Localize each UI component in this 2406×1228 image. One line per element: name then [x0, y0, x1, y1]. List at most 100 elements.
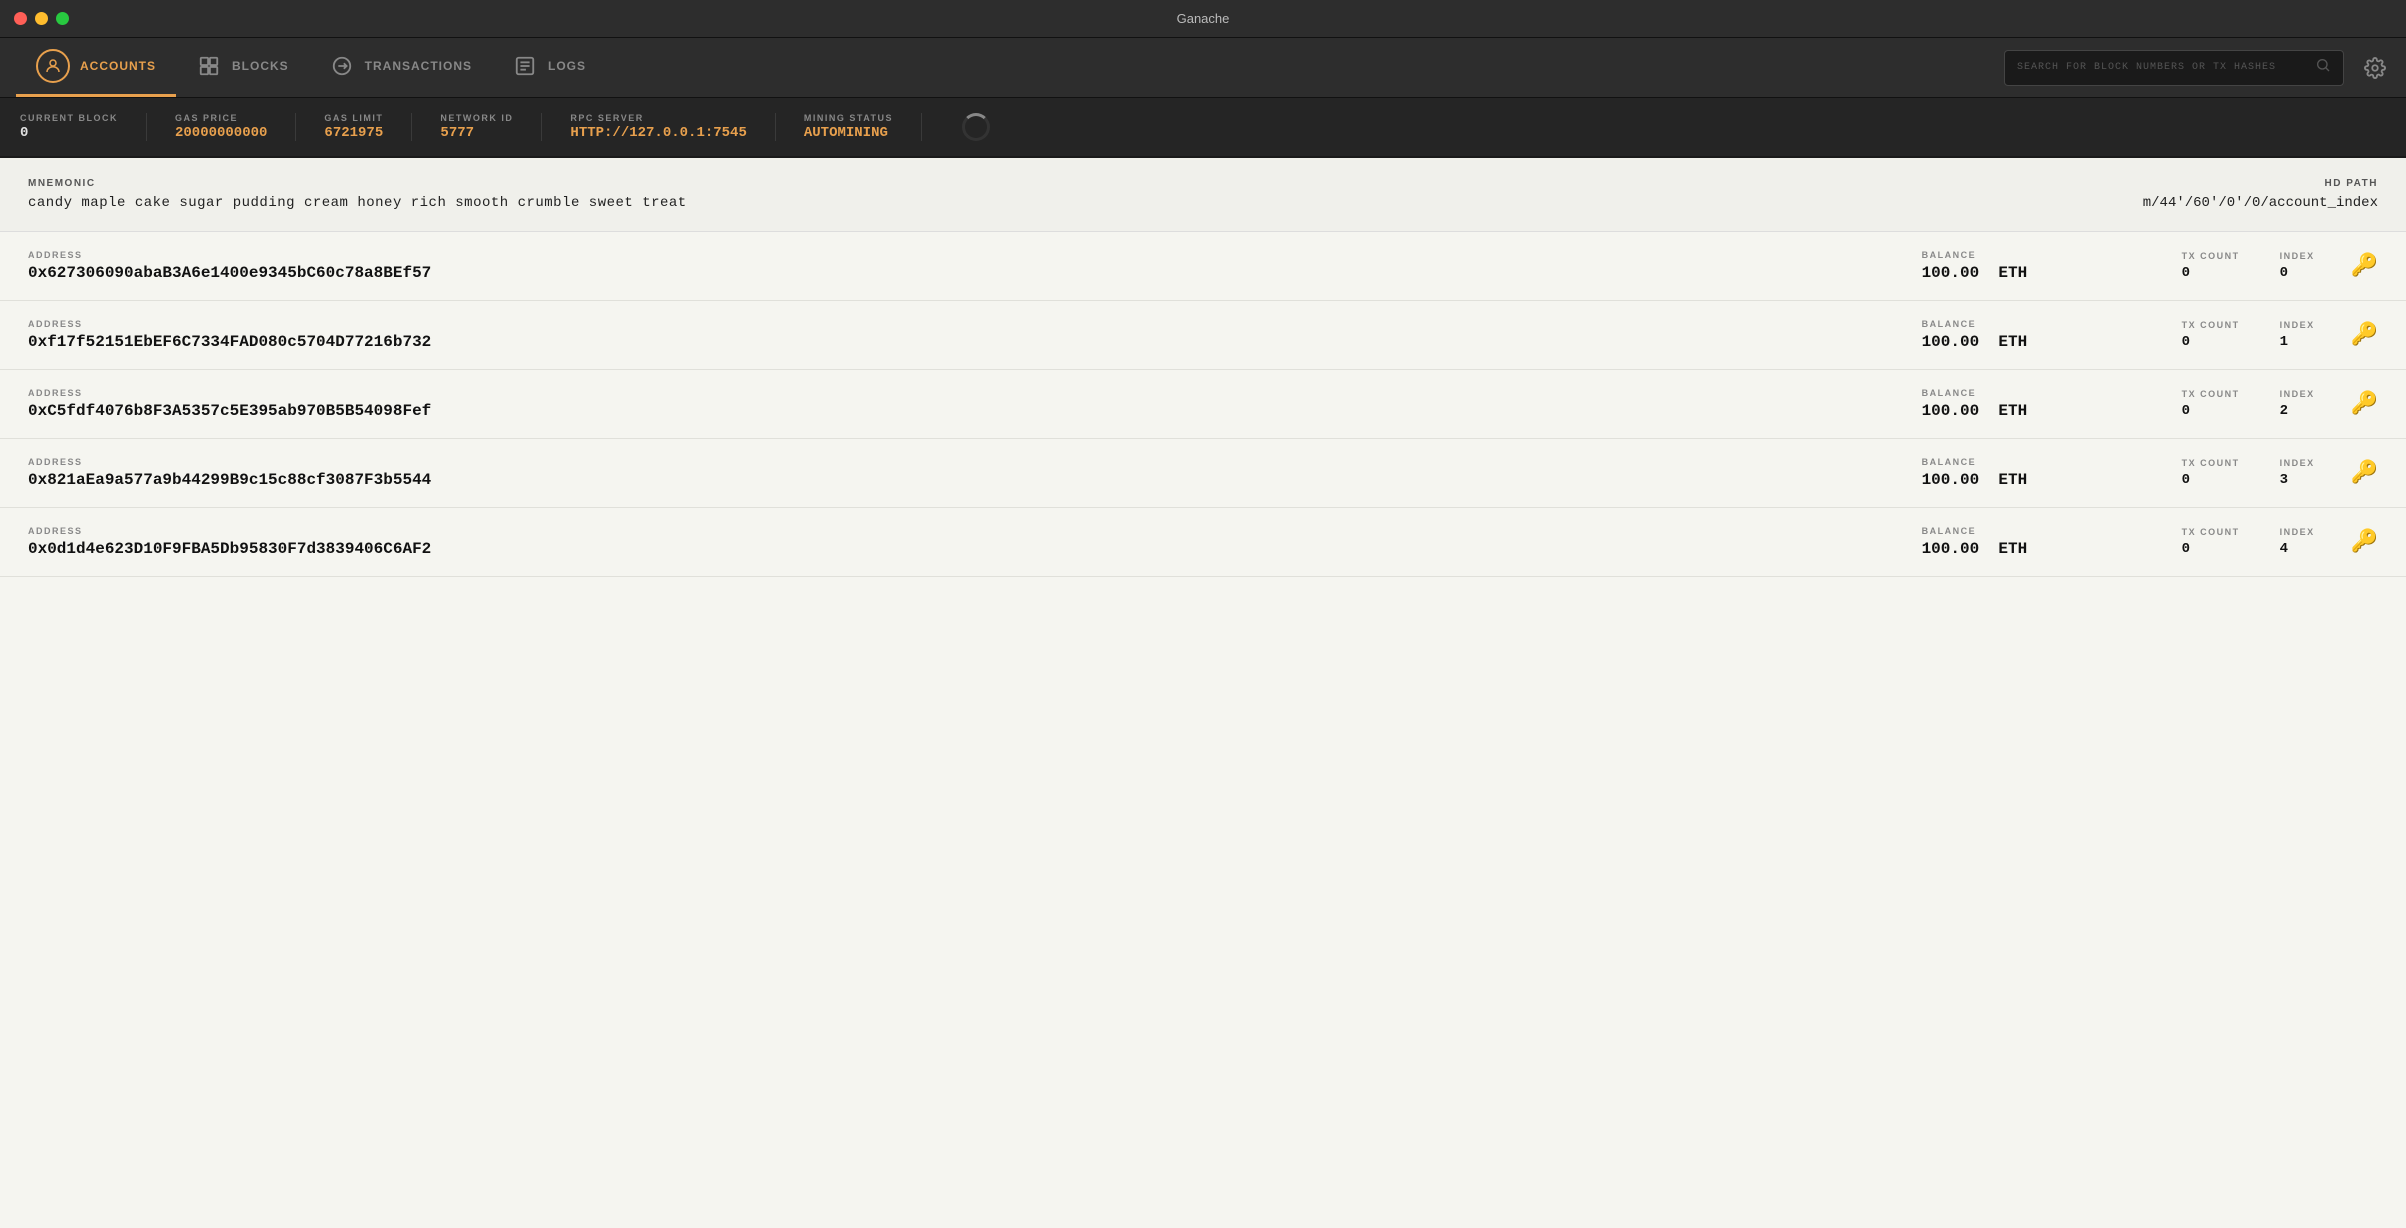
- gas-price-label: GAS PRICE: [175, 113, 267, 123]
- account-row: ADDRESS 0xC5fdf4076b8F3A5357c5E395ab970B…: [0, 370, 2406, 439]
- mnemonic-section: MNEMONIC candy maple cake sugar pudding …: [0, 158, 2406, 232]
- mnemonic-label: MNEMONIC: [28, 178, 687, 189]
- current-block-value: 0: [20, 125, 118, 141]
- sidebar-item-blocks[interactable]: BLOCKS: [176, 38, 309, 97]
- gas-limit-value: 6721975: [324, 125, 383, 141]
- rpc-server-label: RPC SERVER: [570, 113, 746, 123]
- network-id-status: NETWORK ID 5777: [440, 113, 542, 141]
- mnemonic-value: candy maple cake sugar pudding cream hon…: [28, 195, 687, 211]
- mining-status-label: MINING STATUS: [804, 113, 893, 123]
- tx-count-value-0: 0: [2182, 265, 2240, 281]
- index-label-1: INDEX: [2280, 320, 2315, 330]
- network-id-value: 5777: [440, 125, 513, 141]
- maximize-button[interactable]: [56, 12, 69, 25]
- gas-limit-status: GAS LIMIT 6721975: [324, 113, 412, 141]
- account-main-1: ADDRESS 0xf17f52151EbEF6C7334FAD080c5704…: [28, 319, 1922, 351]
- account-main-4: ADDRESS 0x0d1d4e623D10F9FBA5Db95830F7d38…: [28, 526, 1922, 558]
- account-meta-0: TX COUNT 0 INDEX 0: [2182, 251, 2315, 281]
- account-main-2: ADDRESS 0xC5fdf4076b8F3A5357c5E395ab970B…: [28, 388, 1922, 420]
- key-button-3[interactable]: 🔑: [2351, 460, 2378, 486]
- sidebar-item-accounts[interactable]: ACCOUNTS: [16, 38, 176, 97]
- balance-label-4: BALANCE: [1922, 526, 2122, 536]
- tx-count-col-0: TX COUNT 0: [2182, 251, 2240, 281]
- search-bar: [2004, 50, 2344, 86]
- nav-bar: ACCOUNTS BLOCKS TRANSACTIONS: [0, 38, 2406, 98]
- index-value-2: 2: [2280, 403, 2315, 419]
- account-meta-2: TX COUNT 0 INDEX 2: [2182, 389, 2315, 419]
- account-row: ADDRESS 0x821aEa9a577a9b44299B9c15c88cf3…: [0, 439, 2406, 508]
- account-balance-section-0: BALANCE 100.00 ETH: [1922, 250, 2122, 282]
- accounts-list: ADDRESS 0x627306090abaB3A6e1400e9345bC60…: [0, 232, 2406, 577]
- tx-count-label-4: TX COUNT: [2182, 527, 2240, 537]
- gas-price-status: GAS PRICE 20000000000: [175, 113, 296, 141]
- traffic-lights: [14, 12, 69, 25]
- person-icon: [36, 49, 70, 83]
- sidebar-item-transactions[interactable]: TRANSACTIONS: [309, 38, 492, 97]
- minimize-button[interactable]: [35, 12, 48, 25]
- account-address-1: 0xf17f52151EbEF6C7334FAD080c5704D77216b7…: [28, 333, 1922, 351]
- account-balance-4: 100.00 ETH: [1922, 540, 2122, 558]
- close-button[interactable]: [14, 12, 27, 25]
- settings-button[interactable]: [2360, 53, 2390, 83]
- account-main-0: ADDRESS 0x627306090abaB3A6e1400e9345bC60…: [28, 250, 1922, 282]
- account-meta-3: TX COUNT 0 INDEX 3: [2182, 458, 2315, 488]
- tx-count-col-1: TX COUNT 0: [2182, 320, 2240, 350]
- address-label-3: ADDRESS: [28, 457, 1922, 467]
- tx-count-label-1: TX COUNT: [2182, 320, 2240, 330]
- account-balance-1: 100.00 ETH: [1922, 333, 2122, 351]
- account-balance-2: 100.00 ETH: [1922, 402, 2122, 420]
- index-label-0: INDEX: [2280, 251, 2315, 261]
- tx-count-col-4: TX COUNT 0: [2182, 527, 2240, 557]
- account-balance-section-1: BALANCE 100.00 ETH: [1922, 319, 2122, 351]
- tx-count-value-1: 0: [2182, 334, 2240, 350]
- address-label-2: ADDRESS: [28, 388, 1922, 398]
- key-button-4[interactable]: 🔑: [2351, 529, 2378, 555]
- index-label-2: INDEX: [2280, 389, 2315, 399]
- index-col-1: INDEX 1: [2280, 320, 2315, 350]
- transactions-icon: [329, 53, 355, 79]
- tx-count-label-2: TX COUNT: [2182, 389, 2240, 399]
- account-meta-1: TX COUNT 0 INDEX 1: [2182, 320, 2315, 350]
- rpc-server-value: HTTP://127.0.0.1:7545: [570, 125, 746, 141]
- account-address-2: 0xC5fdf4076b8F3A5357c5E395ab970B5B54098F…: [28, 402, 1922, 420]
- account-balance-section-2: BALANCE 100.00 ETH: [1922, 388, 2122, 420]
- account-address-0: 0x627306090abaB3A6e1400e9345bC60c78a8BEf…: [28, 264, 1922, 282]
- index-col-2: INDEX 2: [2280, 389, 2315, 419]
- account-row: ADDRESS 0x627306090abaB3A6e1400e9345bC60…: [0, 232, 2406, 301]
- tx-count-label-3: TX COUNT: [2182, 458, 2240, 468]
- key-button-2[interactable]: 🔑: [2351, 391, 2378, 417]
- current-block-status: CURRENT BLOCK 0: [20, 113, 147, 141]
- tx-count-label-0: TX COUNT: [2182, 251, 2240, 261]
- tx-count-col-3: TX COUNT 0: [2182, 458, 2240, 488]
- balance-label-2: BALANCE: [1922, 388, 2122, 398]
- tx-count-col-2: TX COUNT 0: [2182, 389, 2240, 419]
- tx-count-value-3: 0: [2182, 472, 2240, 488]
- account-address-3: 0x821aEa9a577a9b44299B9c15c88cf3087F3b55…: [28, 471, 1922, 489]
- account-balance-section-4: BALANCE 100.00 ETH: [1922, 526, 2122, 558]
- main-content: MNEMONIC candy maple cake sugar pudding …: [0, 158, 2406, 1228]
- account-row: ADDRESS 0x0d1d4e623D10F9FBA5Db95830F7d38…: [0, 508, 2406, 577]
- hd-path-label: HD PATH: [2143, 178, 2378, 189]
- mnemonic-left: MNEMONIC candy maple cake sugar pudding …: [28, 178, 687, 211]
- hd-path-value: m/44'/60'/0'/0/account_index: [2143, 195, 2378, 211]
- account-balance-section-3: BALANCE 100.00 ETH: [1922, 457, 2122, 489]
- mining-status-status: MINING STATUS AUTOMINING: [804, 113, 922, 141]
- sidebar-item-logs[interactable]: LOGS: [492, 38, 606, 97]
- key-button-0[interactable]: 🔑: [2351, 253, 2378, 279]
- gas-limit-label: GAS LIMIT: [324, 113, 383, 123]
- account-balance-3: 100.00 ETH: [1922, 471, 2122, 489]
- network-id-label: NETWORK ID: [440, 113, 513, 123]
- index-col-3: INDEX 3: [2280, 458, 2315, 488]
- search-input[interactable]: [2017, 62, 2309, 73]
- mining-spinner: [962, 113, 990, 141]
- index-label-4: INDEX: [2280, 527, 2315, 537]
- rpc-server-status: RPC SERVER HTTP://127.0.0.1:7545: [570, 113, 775, 141]
- key-button-1[interactable]: 🔑: [2351, 322, 2378, 348]
- blocks-icon: [196, 53, 222, 79]
- account-address-4: 0x0d1d4e623D10F9FBA5Db95830F7d3839406C6A…: [28, 540, 1922, 558]
- index-col-0: INDEX 0: [2280, 251, 2315, 281]
- transactions-nav-label: TRANSACTIONS: [365, 59, 472, 73]
- tx-count-value-4: 0: [2182, 541, 2240, 557]
- account-meta-4: TX COUNT 0 INDEX 4: [2182, 527, 2315, 557]
- account-row: ADDRESS 0xf17f52151EbEF6C7334FAD080c5704…: [0, 301, 2406, 370]
